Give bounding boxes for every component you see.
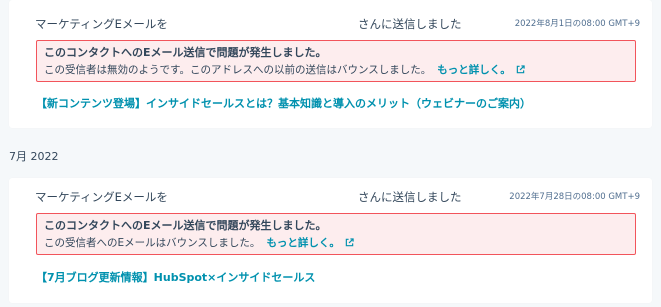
alert-title: このコンタクトへのEメール送信で問題が発生しました。 [44, 219, 327, 232]
alert-title: このコンタクトへのEメール送信で問題が発生しました。 [44, 46, 327, 59]
alert-message-line: この受信者は無効のようです。このアドレスへの以前の送信はバウンスしました。 もっと… [44, 63, 525, 78]
activity-card: マーケティングEメールを さんに送信しました 2022年8月1日の08:00 G… [9, 0, 652, 128]
activity-timestamp: 2022年7月28日の08:00 GMT+9 [509, 192, 640, 202]
external-link-icon[interactable] [345, 237, 354, 251]
alert-message: この受信者は無効のようです。このアドレスへの以前の送信はバウンスしました。 [44, 64, 432, 76]
alert-message-line: この受信者へのEメールはバウンスしました。 もっと詳しく。 [44, 236, 354, 251]
email-title-link[interactable]: 【新コンテンツ登場】インサイドセールスとは？基本知識と導入のメリット（ウェビナー… [36, 97, 531, 111]
activity-card: マーケティングEメールを さんに送信しました 2022年7月28日の08:00 … [9, 178, 652, 303]
activity-timestamp: 2022年8月1日の08:00 GMT+9 [514, 19, 640, 29]
learn-more-link[interactable]: もっと詳しく。 [266, 237, 340, 249]
activity-header: マーケティングEメールを さんに送信しました 2022年8月1日の08:00 G… [9, 16, 652, 32]
external-link-icon[interactable] [516, 64, 525, 78]
alert-message: この受信者へのEメールはバウンスしました。 [44, 237, 261, 249]
bounce-alert: このコンタクトへのEメール送信で問題が発生しました。 この受信者へのEメールはバ… [36, 213, 636, 255]
activity-recipient-text: さんに送信しました [358, 17, 462, 31]
activity-subject: マーケティングEメールを [35, 190, 168, 204]
email-title-link[interactable]: 【7月ブログ更新情報】HubSpot×インサイドセールス [36, 271, 315, 285]
learn-more-link[interactable]: もっと詳しく。 [437, 64, 511, 76]
activity-recipient-text: さんに送信しました [358, 190, 462, 204]
month-divider: 7月 2022 [9, 150, 59, 163]
bounce-alert: このコンタクトへのEメール送信で問題が発生しました。 この受信者は無効のようです… [36, 40, 636, 82]
activity-header: マーケティングEメールを さんに送信しました 2022年7月28日の08:00 … [9, 189, 652, 205]
activity-subject: マーケティングEメールを [35, 17, 168, 31]
